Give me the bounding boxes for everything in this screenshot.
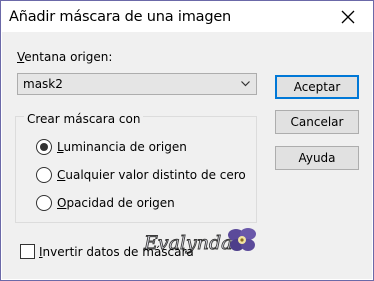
source-window-label: Ventana origen: [17, 50, 113, 64]
radio-luminance[interactable] [36, 139, 52, 155]
dialog-body: Ventana origen: mask2 Aceptar Cancelar A… [2, 32, 372, 279]
radio-opacity-label[interactable]: Opacidad de origen [57, 196, 175, 210]
radio-any-nonzero-label[interactable]: Cualquier valor distinto de cero [57, 168, 246, 182]
flower-icon [228, 228, 256, 251]
chevron-down-icon [241, 81, 250, 87]
invert-mask-checkbox[interactable] [20, 244, 35, 259]
cancel-button[interactable]: Cancelar [275, 110, 359, 134]
title-bar[interactable]: Añadir máscara de una imagen [2, 2, 372, 32]
window-title: Añadir máscara de una imagen [9, 9, 232, 25]
help-button[interactable]: Ayuda [275, 146, 359, 170]
source-window-dropdown[interactable]: mask2 [17, 73, 257, 95]
ok-button[interactable]: Aceptar [275, 75, 359, 99]
radio-opacity[interactable] [36, 195, 52, 211]
source-window-value: mask2 [23, 77, 63, 91]
close-button[interactable] [325, 2, 371, 32]
dialog-window: Añadir máscara de una imagen Ventana ori… [0, 0, 374, 281]
close-icon [341, 10, 355, 24]
radio-any-nonzero[interactable] [36, 167, 52, 183]
mask-source-group-title: Crear máscara con [24, 112, 144, 126]
invert-mask-label[interactable]: Invertir datos de máscara [39, 245, 194, 259]
radio-luminance-label[interactable]: Luminancia de origen [57, 140, 187, 154]
